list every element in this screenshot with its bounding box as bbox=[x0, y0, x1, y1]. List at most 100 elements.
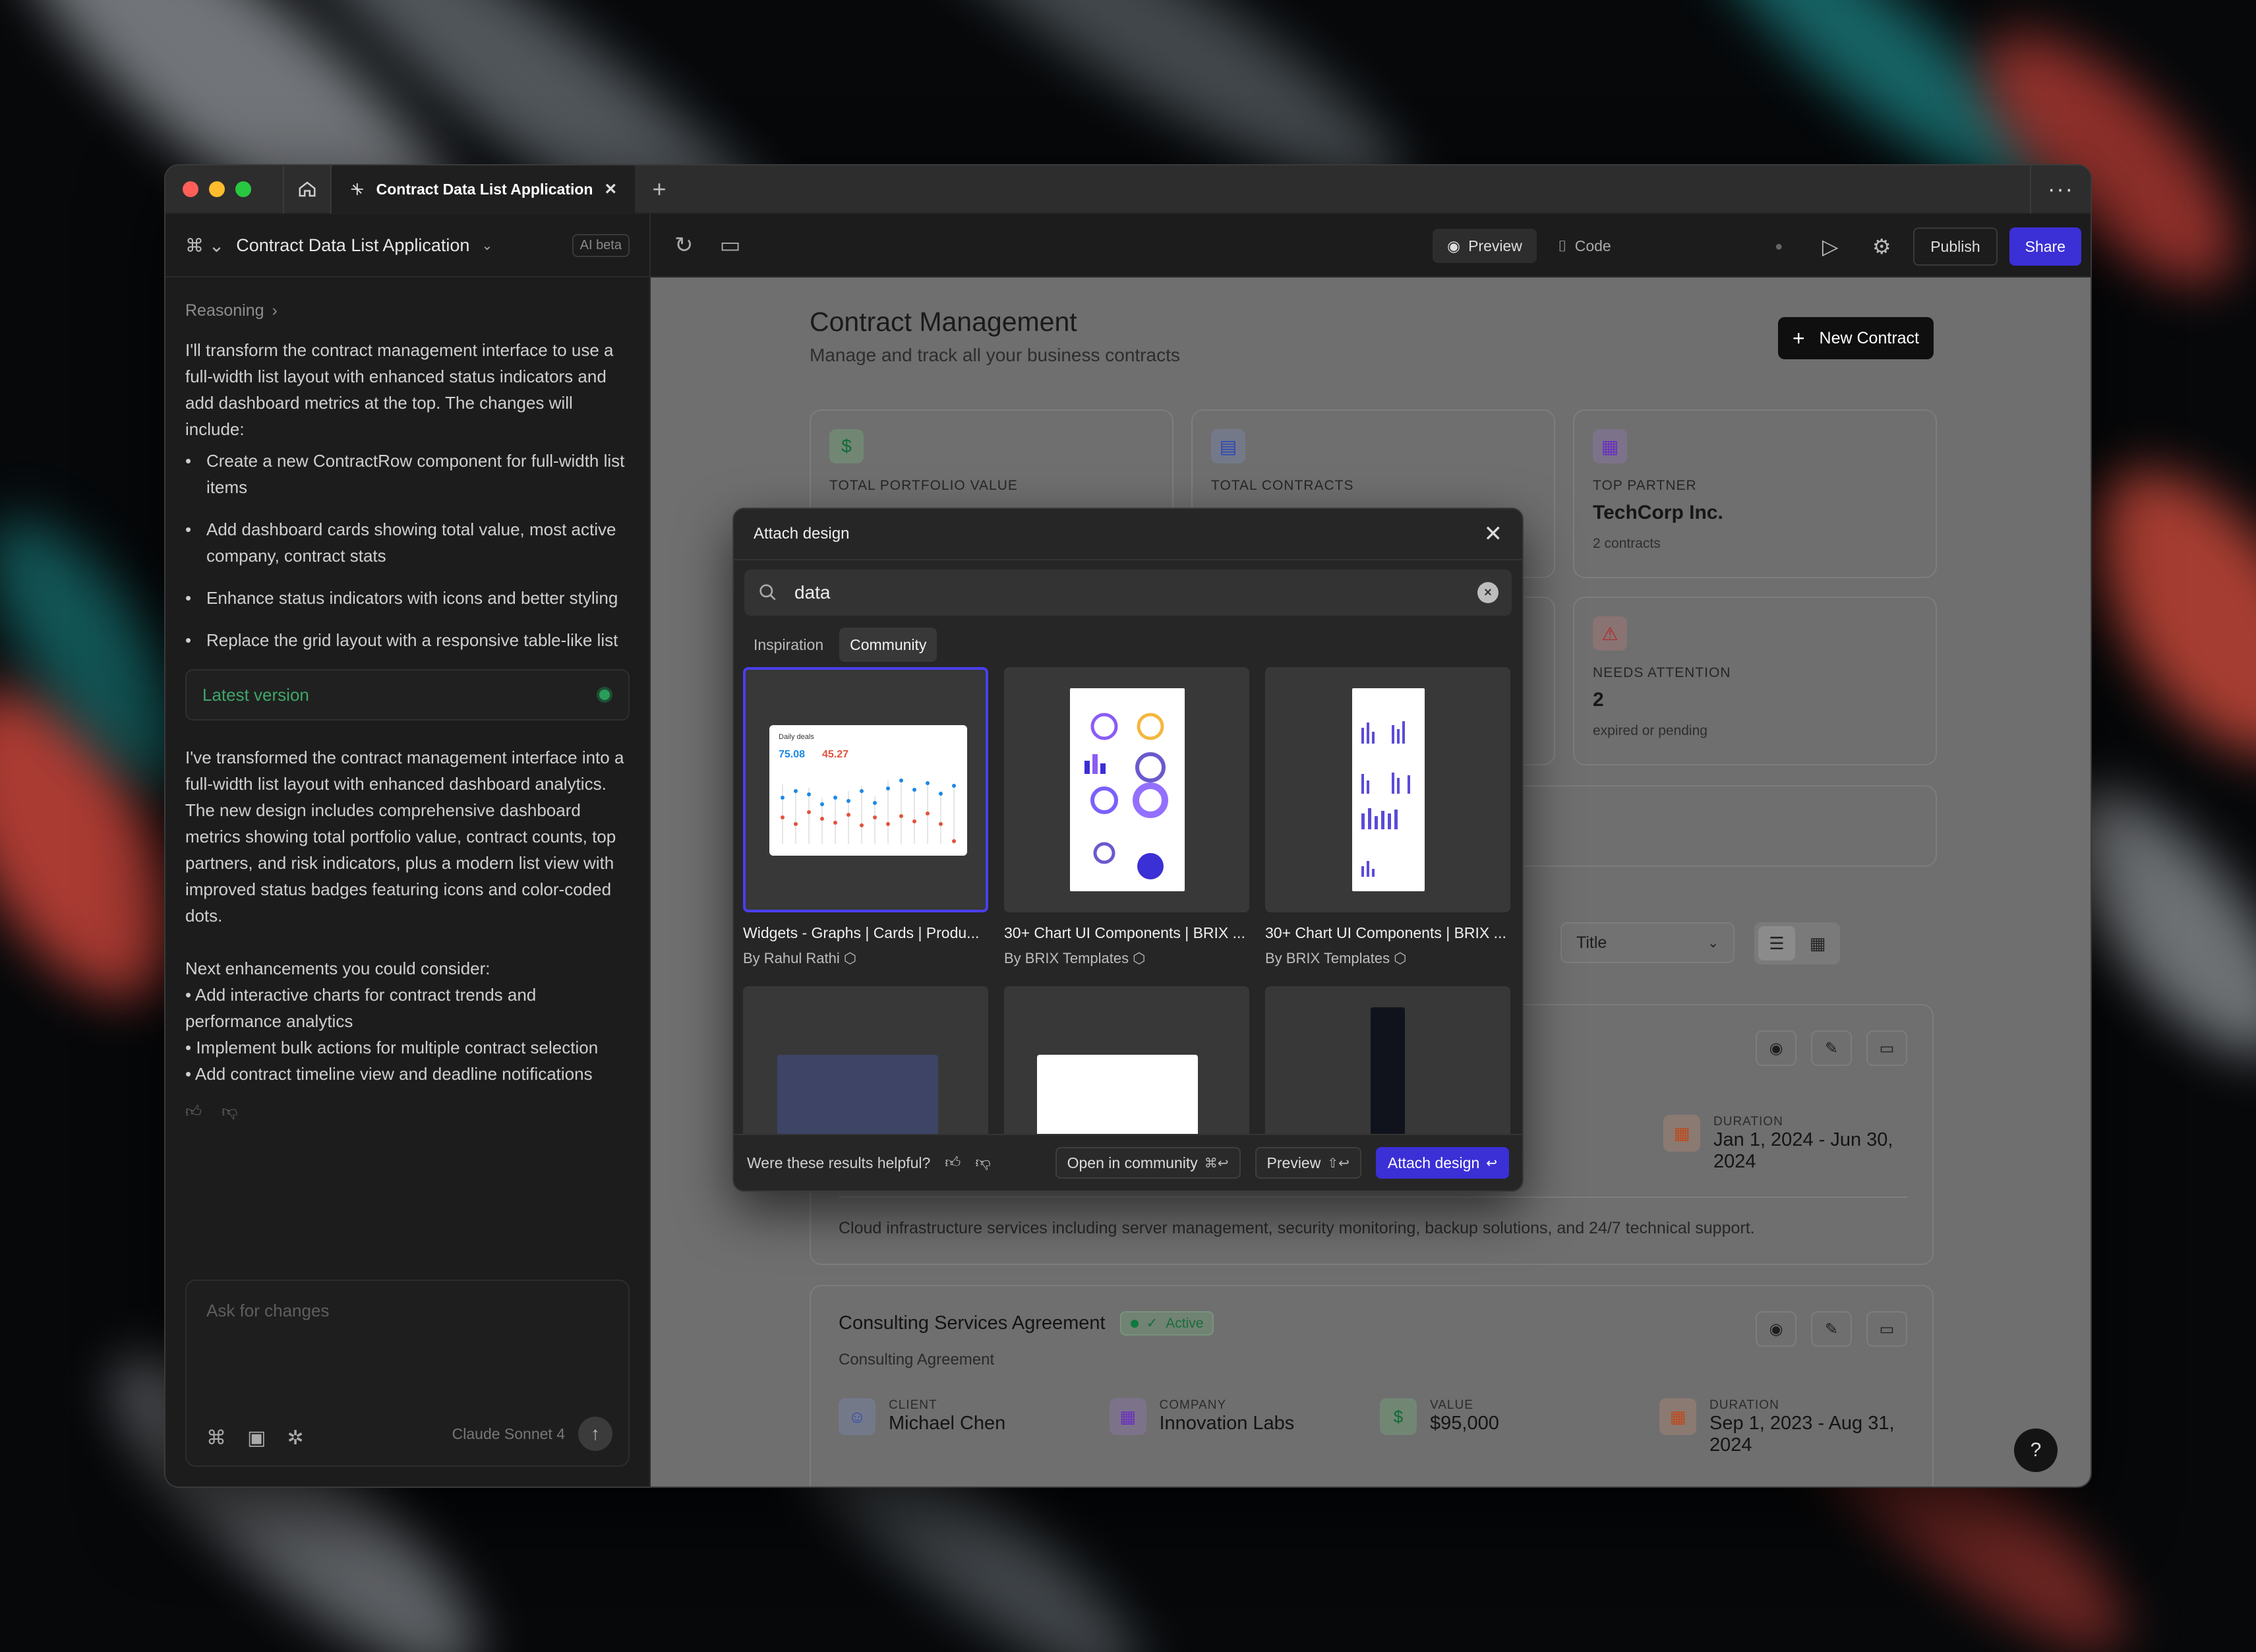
result-card[interactable]: 30+ Chart UI Components | BRIX ... By BR… bbox=[1004, 667, 1249, 967]
code-tab[interactable]: ⌷ Code bbox=[1543, 229, 1626, 263]
attach-design-button[interactable]: Attach design ↩ bbox=[1375, 1147, 1509, 1179]
dollar-icon: $ bbox=[829, 429, 864, 463]
clear-search-icon[interactable]: × bbox=[1477, 582, 1499, 603]
results-grid: Daily deals 75.08 45.27 Widgets - Graphs… bbox=[743, 667, 1513, 1138]
list-item: • Add interactive charts for contract tr… bbox=[185, 985, 537, 1031]
contract-description: Cloud infrastructure services including … bbox=[839, 1219, 1755, 1237]
tab-contract-data-list[interactable]: Contract Data List Application × bbox=[332, 165, 635, 214]
status-indicator-icon: ● bbox=[1775, 239, 1783, 254]
modal-title: Attach design bbox=[754, 525, 850, 543]
gear-icon[interactable]: ⚙ bbox=[1862, 234, 1901, 259]
view-mode-toggle: ◉ Preview ⌷ Code bbox=[1433, 229, 1626, 263]
result-card[interactable] bbox=[1265, 986, 1510, 1138]
thumbnail-preview bbox=[1352, 688, 1425, 891]
attach-design-icon[interactable]: ⌘ bbox=[206, 1427, 226, 1450]
ai-beta-badge: AI beta bbox=[572, 233, 630, 257]
result-name: 30+ Chart UI Components | BRIX ... bbox=[1265, 924, 1506, 941]
refresh-icon[interactable]: ↻ bbox=[674, 232, 694, 258]
list-item: • Implement bulk actions for multiple co… bbox=[185, 1038, 599, 1057]
close-window-button[interactable] bbox=[183, 181, 198, 197]
send-button[interactable]: ↑ bbox=[578, 1417, 612, 1451]
result-card[interactable] bbox=[1004, 986, 1249, 1138]
result-card[interactable] bbox=[743, 986, 988, 1138]
list-view-icon[interactable]: ☰ bbox=[1758, 926, 1795, 960]
prompt-tools: ⌘ ▣ ✲ bbox=[206, 1427, 304, 1450]
figma-menu-icon[interactable]: ⌘ ⌄ bbox=[185, 235, 224, 256]
duration-field: ▦ DURATION Jan 1, 2024 - Jun 30, 2024 bbox=[1663, 1115, 1911, 1173]
building-icon: ▦ bbox=[1593, 429, 1627, 463]
design-search-input[interactable]: data × bbox=[744, 570, 1512, 616]
preview-button[interactable]: Preview ⇧↩ bbox=[1255, 1147, 1361, 1179]
tab-community[interactable]: Community bbox=[839, 628, 937, 662]
view-icon[interactable]: ◉ bbox=[1756, 1030, 1796, 1066]
result-thumbnail bbox=[1004, 667, 1249, 912]
result-card[interactable]: 30+ Chart UI Components | BRIX ... By BR… bbox=[1265, 667, 1510, 967]
intro-text: I'll transform the contract management i… bbox=[185, 340, 614, 439]
modal-header: Attach design ✕ bbox=[734, 509, 1522, 560]
client-field: ☺ CLIENT Michael Chen bbox=[839, 1398, 1110, 1456]
latest-version-card[interactable]: Latest version bbox=[185, 669, 630, 721]
edit-icon[interactable]: ✎ bbox=[1811, 1311, 1852, 1347]
list-item: • Add contract timeline view and deadlin… bbox=[185, 1064, 593, 1084]
project-header: ⌘ ⌄ Contract Data List Application ⌄ AI … bbox=[165, 214, 649, 278]
image-icon[interactable]: ▣ bbox=[247, 1427, 266, 1450]
thumbs-up-icon[interactable]: 👍︎ bbox=[185, 1099, 202, 1125]
result-thumbnail bbox=[743, 986, 988, 1138]
play-icon[interactable]: ▷ bbox=[1810, 234, 1850, 259]
panel-toggle-icon[interactable]: ▭ bbox=[720, 232, 741, 258]
plus-icon: + bbox=[1792, 326, 1805, 350]
reasoning-toggle[interactable]: Reasoning › bbox=[185, 297, 630, 324]
sort-select[interactable]: Title ⌄ bbox=[1560, 922, 1735, 963]
edit-icon[interactable]: ✎ bbox=[1811, 1030, 1852, 1066]
model-selector[interactable]: Claude Sonnet 4 bbox=[452, 1425, 565, 1443]
code-icon: ⌷ bbox=[1557, 237, 1567, 254]
pointer-select-icon[interactable]: ✲ bbox=[287, 1427, 303, 1450]
latest-version-label: Latest version bbox=[202, 685, 309, 705]
zoom-window-button[interactable] bbox=[235, 181, 251, 197]
eye-icon: ◉ bbox=[1447, 237, 1461, 254]
new-tab-button[interactable]: + bbox=[635, 175, 684, 203]
contract-title: Consulting Services Agreement bbox=[839, 1313, 1106, 1334]
share-button[interactable]: Share bbox=[2009, 227, 2081, 266]
archive-icon[interactable]: ▭ bbox=[1866, 1030, 1907, 1066]
new-contract-button[interactable]: + New Contract bbox=[1777, 317, 1934, 359]
thumbs-down-icon[interactable]: 👎︎ bbox=[975, 1154, 990, 1172]
minimize-window-button[interactable] bbox=[209, 181, 225, 197]
thumbs-down-icon[interactable]: 👎︎ bbox=[222, 1099, 237, 1125]
duration-field: ▦ DURATION Sep 1, 2023 - Aug 31, 2024 bbox=[1659, 1398, 1907, 1456]
more-options-button[interactable]: ··· bbox=[2030, 165, 2091, 214]
chart-components-graphic bbox=[1084, 713, 1168, 879]
prompt-input[interactable]: Ask for changes ⌘ ▣ ✲ Claude Sonnet 4 ↑ bbox=[185, 1280, 630, 1467]
grid-view-icon[interactable]: ▦ bbox=[1799, 926, 1836, 960]
result-author: By BRIX Templates ⬡ bbox=[1004, 950, 1146, 966]
contract-title-line: Consulting Services Agreement ✓ Active bbox=[839, 1311, 1214, 1336]
preview-tab[interactable]: ◉ Preview bbox=[1433, 229, 1537, 263]
close-tab-icon[interactable]: × bbox=[605, 178, 616, 200]
result-card[interactable]: Daily deals 75.08 45.27 Widgets - Graphs… bbox=[743, 667, 988, 967]
scatter-preview-graphic bbox=[1037, 1055, 1198, 1138]
thumbs-up-icon[interactable]: 👍︎ bbox=[945, 1154, 961, 1172]
title-bar: Contract Data List Application × + ··· bbox=[165, 165, 2091, 214]
stat-label: TOTAL PORTFOLIO VALUE bbox=[829, 478, 1018, 493]
open-in-community-button[interactable]: Open in community ⌘↩ bbox=[1055, 1147, 1241, 1179]
view-icon[interactable]: ◉ bbox=[1756, 1311, 1796, 1347]
preview-label: Preview bbox=[1468, 237, 1522, 254]
page-subtitle: Manage and track all your business contr… bbox=[810, 345, 1180, 365]
field-value: Innovation Labs bbox=[1159, 1413, 1295, 1434]
help-button[interactable]: ? bbox=[2014, 1429, 2058, 1472]
reasoning-label: Reasoning bbox=[185, 301, 264, 320]
prompt-placeholder: Ask for changes bbox=[206, 1301, 330, 1320]
close-icon[interactable]: ✕ bbox=[1484, 521, 1503, 547]
toolbar-actions: ● ▷ ⚙ Publish Share bbox=[1759, 227, 2081, 266]
project-name-dropdown[interactable]: Contract Data List Application ⌄ bbox=[236, 235, 560, 256]
tab-inspiration[interactable]: Inspiration bbox=[743, 628, 834, 662]
status-dot-icon bbox=[597, 687, 612, 703]
field-value: $95,000 bbox=[1430, 1413, 1499, 1434]
archive-icon[interactable]: ▭ bbox=[1866, 1311, 1907, 1347]
publish-button[interactable]: Publish bbox=[1913, 227, 1998, 266]
make-icon bbox=[351, 183, 363, 196]
field-label: CLIENT bbox=[889, 1398, 937, 1412]
canvas-toolbar: ↻ ▭ ◉ Preview ⌷ Code ● ▷ ⚙ Publish Share bbox=[651, 214, 2091, 278]
scatter-preview-graphic bbox=[777, 1055, 938, 1138]
home-button[interactable] bbox=[283, 165, 332, 214]
